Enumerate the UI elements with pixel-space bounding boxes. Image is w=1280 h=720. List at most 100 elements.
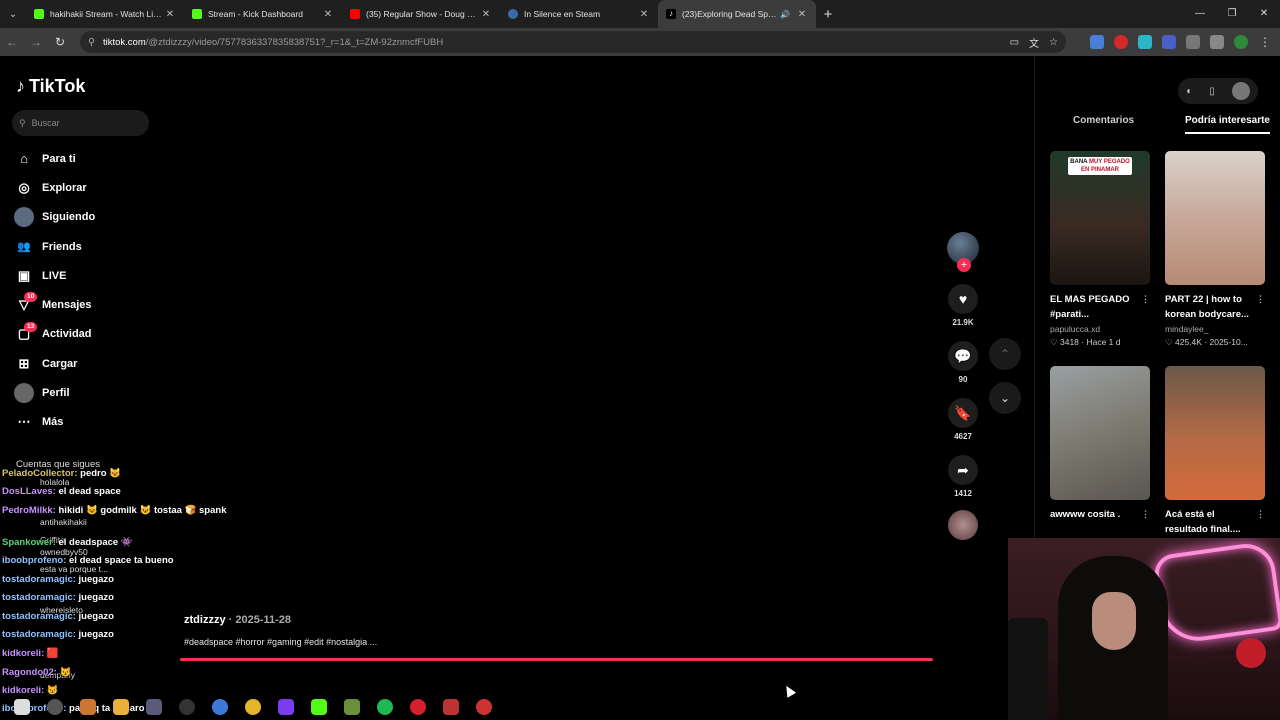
- suggested-video-card[interactable]: BANA MUY PEGADO EN PINAMAR EL MAS PEGADO …: [1050, 151, 1150, 348]
- device-icon[interactable]: ▯: [1209, 86, 1215, 97]
- extension-icon[interactable]: [1114, 35, 1128, 49]
- video-thumbnail[interactable]: [1050, 366, 1150, 500]
- extension-icon[interactable]: [1090, 35, 1104, 49]
- follow-plus-icon[interactable]: +: [957, 258, 971, 272]
- search-input[interactable]: ⚲ Buscar: [12, 110, 149, 136]
- sidebar-item-explorar[interactable]: ◎ Explorar: [14, 173, 164, 202]
- back-icon[interactable]: ←: [0, 35, 24, 49]
- sidebar-item-actividad[interactable]: ▢ 13 Actividad: [14, 320, 164, 349]
- reload-icon[interactable]: ↻: [48, 35, 72, 49]
- puzzle-icon[interactable]: [1186, 35, 1200, 49]
- chevron-up-icon[interactable]: ⌃: [989, 338, 1021, 370]
- tiktok-logo[interactable]: ♪ TikTok: [16, 76, 85, 97]
- video-thumbnail[interactable]: [1165, 366, 1265, 500]
- start-icon[interactable]: [14, 699, 30, 715]
- creator-avatar[interactable]: +: [947, 232, 979, 272]
- browser-tab-active[interactable]: ♪ (23)Exploring Dead Space: I 🔊 ✕: [658, 0, 816, 28]
- site-info-icon[interactable]: ⚲: [88, 37, 95, 48]
- following-account[interactable]: antihakihakii: [40, 517, 87, 527]
- close-window-icon[interactable]: ✕: [1248, 0, 1280, 28]
- heart-icon[interactable]: ♥: [948, 284, 978, 314]
- chevron-down-icon[interactable]: ⌄: [989, 382, 1021, 414]
- card-author[interactable]: mindaylee_: [1165, 324, 1265, 334]
- sidebar-item-mas[interactable]: ⋯ Más: [14, 408, 164, 437]
- kick-icon[interactable]: [311, 699, 327, 715]
- more-icon[interactable]: ⋮: [1256, 292, 1265, 322]
- tab-search-button[interactable]: ⌄: [0, 0, 26, 28]
- comment-icon[interactable]: 💬: [948, 341, 978, 371]
- sidebar-item-siguiendo[interactable]: Siguiendo: [14, 203, 164, 232]
- user-avatar[interactable]: [1231, 82, 1250, 100]
- like-action[interactable]: ♥ 21.9K: [948, 284, 978, 327]
- speaker-icon[interactable]: 🔊: [780, 10, 790, 19]
- more-dots-icon: ⋯: [17, 414, 31, 430]
- tab-title: Stream - Kick Dashboard: [208, 9, 303, 19]
- card-author[interactable]: papulucca.xd: [1050, 324, 1150, 334]
- browser-tab[interactable]: In Silence en Steam ✕: [500, 0, 658, 28]
- coin-icon[interactable]: ◐: [1186, 86, 1192, 97]
- browser-tab[interactable]: hakihakii Stream - Watch Live o ✕: [26, 0, 184, 28]
- extension-icon[interactable]: [1162, 35, 1176, 49]
- close-tab-icon[interactable]: ✕: [796, 9, 808, 20]
- search-taskbar-icon[interactable]: [47, 699, 63, 715]
- share-icon[interactable]: ➦: [948, 455, 978, 485]
- plush-toy: [1236, 638, 1266, 668]
- close-tab-icon[interactable]: ✕: [164, 9, 176, 20]
- obs-icon[interactable]: [179, 699, 195, 715]
- app-icon[interactable]: [278, 699, 294, 715]
- save-action[interactable]: 🔖 4627: [948, 398, 978, 441]
- tab-podria-interesarte[interactable]: Podría interesarte: [1184, 115, 1270, 134]
- suggested-video-card[interactable]: PART 22 | how to korean bodycare... ⋮ min…: [1165, 151, 1265, 348]
- browser-tab[interactable]: Stream - Kick Dashboard ✕: [184, 0, 342, 28]
- video-thumbnail[interactable]: BANA MUY PEGADO EN PINAMAR: [1050, 151, 1150, 285]
- comment-action[interactable]: 💬 90: [948, 341, 978, 384]
- minimize-icon[interactable]: —: [1184, 0, 1216, 28]
- card-title-row: EL MAS PEGADO #parati... ⋮: [1050, 292, 1150, 322]
- sidebar: ♪ TikTok ⚲ Buscar ⌂ Para ti ◎ Explorar Sig…: [0, 56, 175, 446]
- more-icon[interactable]: ⋮: [1141, 292, 1150, 322]
- chrome-icon[interactable]: [476, 699, 492, 715]
- tab-comentarios[interactable]: Comentarios: [1073, 115, 1134, 134]
- home-icon: ⌂: [20, 151, 28, 167]
- suggested-video-card[interactable]: awwww cosita .⋮ kanelita2: [1050, 366, 1150, 549]
- video-thumbnail[interactable]: [1165, 151, 1265, 285]
- folder-icon[interactable]: [113, 699, 129, 715]
- app-icon[interactable]: [146, 699, 162, 715]
- sidebar-item-live[interactable]: ▣ LIVE: [14, 261, 164, 290]
- following-avatar-icon: [14, 207, 34, 228]
- new-tab-button[interactable]: +: [816, 6, 840, 23]
- app-icon[interactable]: [443, 699, 459, 715]
- close-tab-icon[interactable]: ✕: [322, 9, 334, 20]
- address-bar[interactable]: ⚲ tiktok.com /@ztdizzzy/video/7577836337…: [80, 31, 1066, 53]
- translate-icon[interactable]: 文: [1029, 35, 1039, 50]
- sidebar-item-mensajes[interactable]: ▽ 10 Mensajes: [14, 290, 164, 319]
- forward-icon[interactable]: →: [24, 35, 48, 49]
- close-tab-icon[interactable]: ✕: [480, 9, 492, 20]
- sidebar-item-perfil[interactable]: Perfil: [14, 378, 164, 407]
- sidebar-item-para-ti[interactable]: ⌂ Para ti: [14, 144, 164, 173]
- menu-dots-icon[interactable]: ⋮: [1258, 35, 1272, 49]
- sidebar-item-cargar[interactable]: ⊞ Cargar: [14, 349, 164, 378]
- more-icon[interactable]: ⋮: [1256, 507, 1265, 537]
- browser-tab[interactable]: (35) Regular Show - Doug Becc ✕: [342, 0, 500, 28]
- extension-icon[interactable]: [1138, 35, 1152, 49]
- browser-icon[interactable]: [212, 699, 228, 715]
- more-icon[interactable]: ⋮: [1141, 507, 1150, 537]
- share-action[interactable]: ➦ 1412: [948, 455, 978, 498]
- cast-icon[interactable]: ▭: [1010, 37, 1019, 48]
- chrome-icon[interactable]: [245, 699, 261, 715]
- suggested-video-card[interactable]: Acá está el resultado final.... ⋮: [1165, 366, 1265, 537]
- app-icon[interactable]: [80, 699, 96, 715]
- bookmark-star-icon[interactable]: ☆: [1049, 37, 1058, 48]
- sidebar-item-friends[interactable]: 👥 Friends: [14, 232, 164, 261]
- bookmark-icon[interactable]: 🔖: [948, 398, 978, 428]
- spotify-icon[interactable]: [377, 699, 393, 715]
- minecraft-icon[interactable]: [344, 699, 360, 715]
- opera-icon[interactable]: [410, 699, 426, 715]
- restore-icon[interactable]: ❐: [1216, 0, 1248, 28]
- profile-avatar[interactable]: [1234, 35, 1248, 49]
- close-tab-icon[interactable]: ✕: [638, 9, 650, 20]
- music-disc-icon[interactable]: [948, 510, 978, 540]
- steam-favicon-icon: [508, 9, 518, 19]
- reading-list-icon[interactable]: [1210, 35, 1224, 49]
